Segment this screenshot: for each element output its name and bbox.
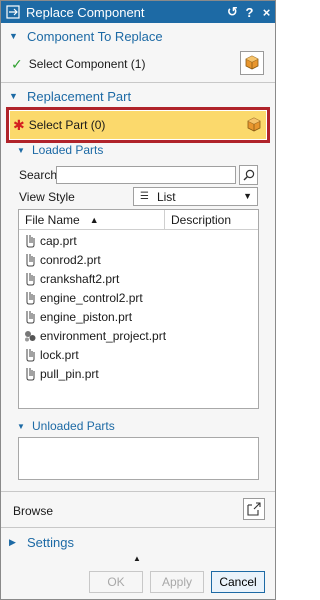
section-title: Component To Replace [27, 28, 163, 44]
part-icon [23, 291, 37, 305]
window-title: Replace Component [26, 4, 145, 20]
subsection-unloaded-parts[interactable]: ▼ Unloaded Parts [13, 417, 273, 435]
view-style-label: View Style [19, 190, 75, 204]
file-name: pull_pin.prt [40, 366, 99, 381]
chevron-down-icon: ▼ [9, 91, 18, 101]
column-label: File Name [25, 213, 80, 227]
chevron-down-icon: ▼ [243, 191, 252, 201]
sort-ascending-icon: ▲ [89, 215, 99, 225]
loaded-parts-table: File Name ▲ Description cap.prt conrod2.p… [18, 209, 259, 409]
select-part-button[interactable] [242, 113, 266, 137]
browse-button[interactable] [243, 498, 265, 520]
chevron-right-icon: ▶ [9, 536, 16, 547]
search-button[interactable] [239, 165, 258, 185]
subsection-title: Unloaded Parts [32, 419, 115, 433]
table-row[interactable]: conrod2.prt [19, 250, 258, 269]
chevron-down-icon: ▼ [9, 31, 18, 41]
close-icon[interactable]: × [258, 3, 275, 21]
table-row[interactable]: lock.prt [19, 345, 258, 364]
section-divider [1, 82, 275, 83]
chevron-down-icon: ▼ [17, 421, 25, 431]
section-divider [1, 491, 275, 492]
table-header: File Name ▲ Description [19, 210, 258, 230]
browse-label: Browse [13, 504, 54, 518]
cancel-button[interactable]: Cancel [211, 571, 265, 593]
check-icon: ✓ [11, 55, 23, 72]
apply-button[interactable]: Apply [150, 571, 204, 593]
title-bar[interactable]: Replace Component ↺ ? × [1, 1, 275, 23]
section-settings[interactable]: ▶ Settings [1, 531, 275, 553]
section-divider [1, 527, 275, 528]
file-name: cap.prt [40, 233, 77, 248]
view-style-select[interactable]: ☰ List ▼ [133, 187, 258, 206]
help-icon[interactable]: ? [241, 3, 258, 21]
column-label: Description [171, 213, 232, 227]
subsection-title: Loaded Parts [32, 143, 104, 157]
part-icon [23, 310, 37, 324]
table-row[interactable]: engine_piston.prt [19, 307, 258, 326]
column-header-description[interactable]: Description [165, 210, 231, 230]
select-part-label: Select Part (0) [28, 118, 106, 132]
section-replacement-part[interactable]: ▼ Replacement Part [1, 85, 275, 107]
list-view-icon: ☰ [140, 191, 149, 202]
required-star-icon: ✱ [13, 116, 25, 133]
part-icon [23, 348, 37, 362]
assembly-icon [23, 329, 37, 343]
chevron-down-icon: ▼ [17, 145, 25, 155]
select-part-row[interactable]: ✱ Select Part (0) [6, 107, 270, 143]
table-row[interactable]: engine_control2.prt [19, 288, 258, 307]
select-component-button[interactable] [240, 51, 264, 75]
section-component-to-replace[interactable]: ▼ Component To Replace [1, 25, 275, 47]
search-icon [243, 169, 254, 181]
view-style-value: List [156, 189, 176, 204]
table-row[interactable]: pull_pin.prt [19, 364, 258, 383]
table-row[interactable]: cap.prt [19, 231, 258, 250]
part-icon [23, 367, 37, 381]
table-row[interactable]: crankshaft2.prt [19, 269, 258, 288]
replace-component-dialog: Replace Component ↺ ? × ▼ Component To R… [0, 0, 276, 600]
section-title: Settings [27, 534, 74, 550]
ok-button[interactable]: OK [89, 571, 143, 593]
select-component-row[interactable]: ✓ Select Component (1) [1, 53, 275, 75]
component-cube-icon [247, 117, 261, 132]
unloaded-parts-list[interactable] [18, 437, 259, 480]
search-label: Search [19, 168, 58, 182]
file-name: environment_project.prt [40, 328, 167, 343]
column-header-file-name[interactable]: File Name ▲ [19, 210, 165, 230]
file-name: engine_piston.prt [40, 309, 133, 324]
file-name: lock.prt [40, 347, 79, 362]
section-title: Replacement Part [27, 88, 132, 104]
part-icon [23, 253, 37, 267]
select-component-label: Select Component (1) [28, 57, 146, 71]
part-icon [23, 234, 37, 248]
component-cube-icon [245, 55, 259, 70]
table-row[interactable]: environment_project.prt [19, 326, 258, 345]
reset-icon[interactable]: ↺ [224, 3, 241, 21]
subsection-loaded-parts[interactable]: ▼ Loaded Parts [13, 141, 273, 159]
search-input[interactable] [56, 166, 236, 184]
table-body: cap.prt conrod2.prt crankshaft2.prt engine_… [19, 231, 258, 383]
file-name: conrod2.prt [40, 252, 101, 267]
part-icon [23, 272, 37, 286]
expand-up-icon[interactable]: ▲ [133, 554, 141, 563]
file-name: engine_control2.prt [40, 290, 143, 305]
file-name: crankshaft2.prt [40, 271, 120, 286]
replace-component-icon [6, 5, 20, 19]
open-file-icon [247, 502, 261, 516]
